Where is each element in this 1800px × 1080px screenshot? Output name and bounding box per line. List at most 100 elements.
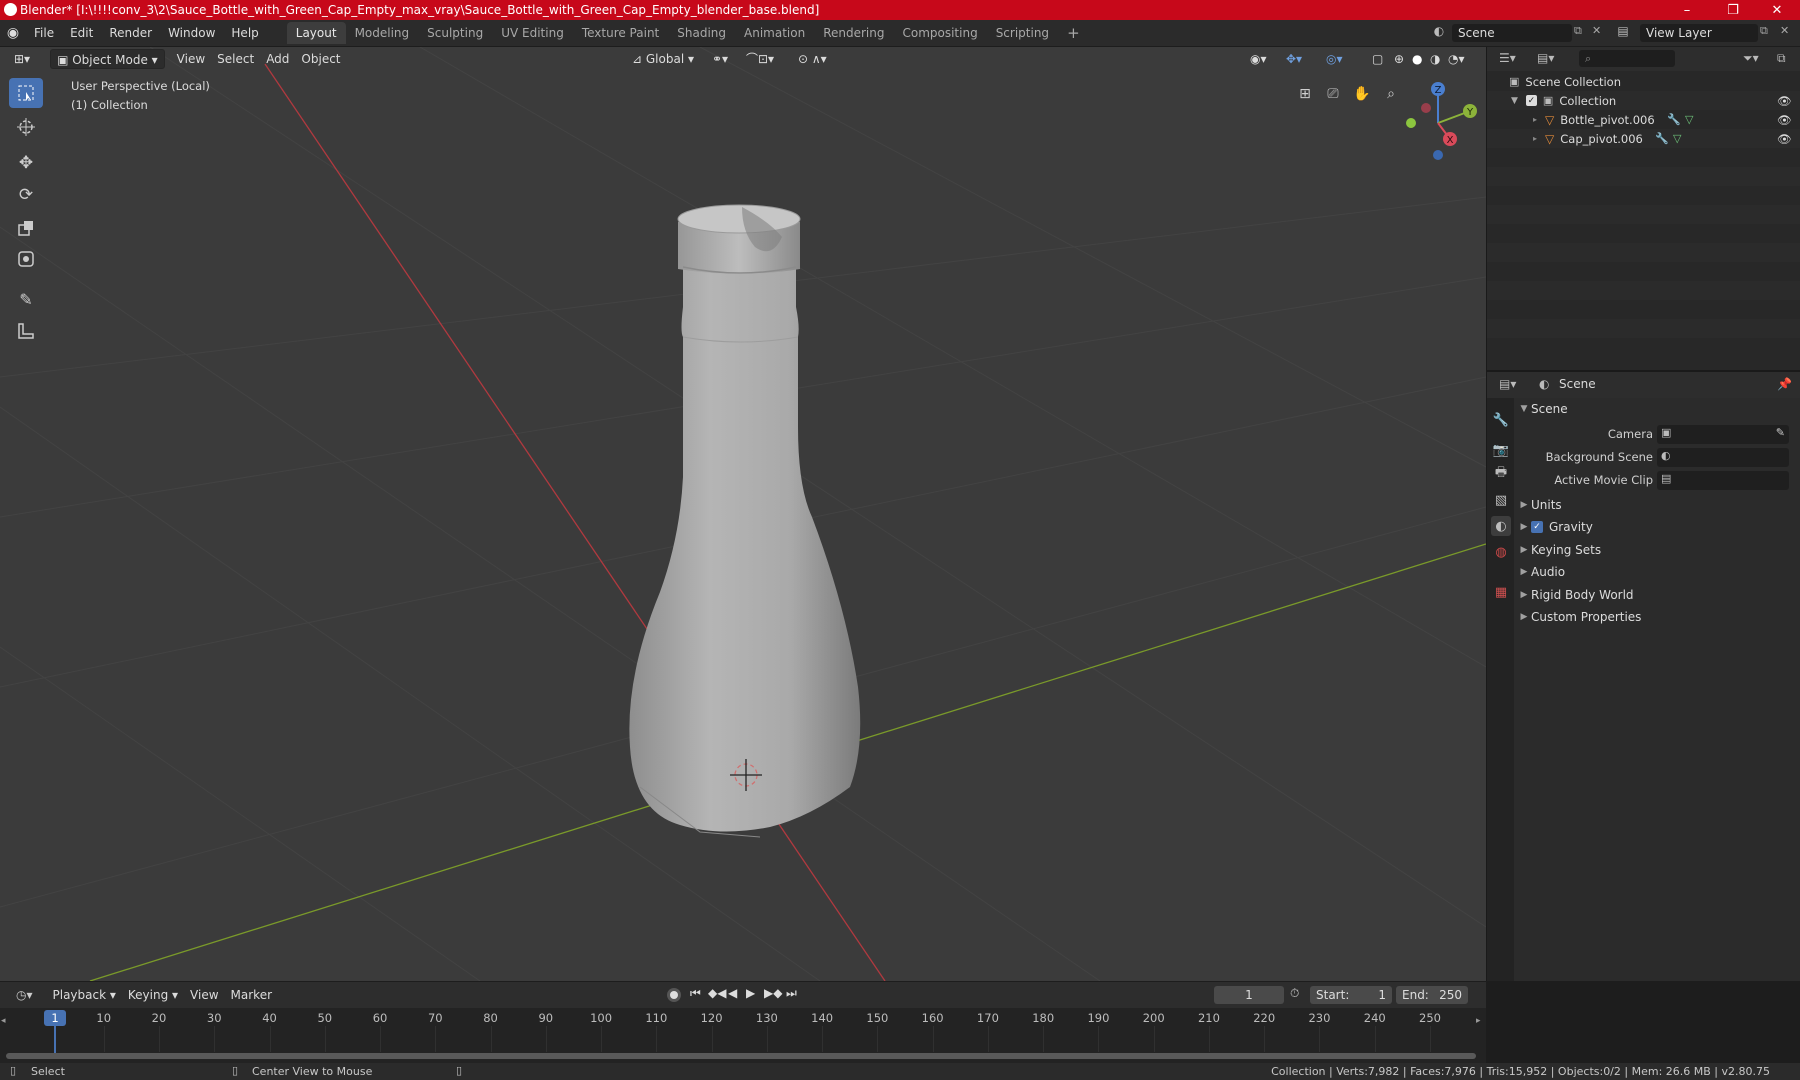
stopwatch-icon[interactable]: ⏱ [1290,986,1299,1001]
render-tab-icon[interactable]: 📷 [1491,440,1511,460]
pivot-point-icon[interactable]: ⚭▾ [706,49,734,69]
maximize-button[interactable]: ❐ [1710,0,1756,20]
tab-uv-editing[interactable]: UV Editing [492,22,573,44]
filter-icon[interactable]: ⏷▾ [1743,51,1759,66]
3d-viewport[interactable]: ⊞▾ ▣ Object Mode ▾ View Select Add Objec… [0,47,1486,981]
menu-edit[interactable]: Edit [62,22,101,44]
outliner-row-scene-collection[interactable]: ▣ Scene Collection [1487,72,1800,91]
keying-sets-panel-header[interactable]: ▶ Keying Sets [1517,540,1796,560]
gravity-checkbox[interactable]: ✓ [1531,521,1543,533]
bottle-model[interactable] [629,204,861,838]
proportional-edit-icon[interactable]: ⊙ ∧▾ [792,49,833,69]
tab-compositing[interactable]: Compositing [893,22,986,44]
scene-field[interactable]: Scene [1452,24,1572,42]
end-frame-field[interactable]: End: 250 [1396,986,1468,1004]
pin-icon[interactable]: 📌 [1777,377,1792,391]
visibility-icon[interactable]: ◉▾ [1244,49,1273,69]
active-movie-clip-field[interactable]: ▤ [1657,470,1789,490]
tab-scripting[interactable]: Scripting [987,22,1058,44]
minimize-button[interactable]: – [1664,0,1710,20]
timeline-scrollbar[interactable] [6,1053,1476,1059]
scene-browse-icon[interactable]: ◐ [1430,24,1448,42]
measure-tool[interactable] [9,316,43,346]
scale-tool[interactable] [9,213,43,243]
audio-panel-header[interactable]: ▶ Audio [1517,562,1796,582]
play-icon[interactable]: ▶ [746,986,755,1000]
outliner-row-cap[interactable]: ▸ ▽ Cap_pivot.006 🔧 ▽ 👁 [1487,129,1800,148]
outliner-editor-icon[interactable]: ☰▾ [1499,51,1516,65]
xray-toggle-icon[interactable]: ▢ [1366,49,1389,69]
view-layer-tab-icon[interactable]: ▧ [1491,490,1511,510]
outliner-row-bottle[interactable]: ▸ ▽ Bottle_pivot.006 🔧 ▽ 👁 [1487,110,1800,129]
collection-visibility-eye-icon[interactable]: 👁 [1777,94,1792,108]
menu-render[interactable]: Render [101,22,160,44]
expand-object-icon[interactable]: ▸ [1533,134,1537,143]
outliner-search-input[interactable]: ⌕ [1579,50,1675,67]
menu-view-timeline[interactable]: View [184,985,224,1005]
cursor-tool[interactable] [9,112,43,142]
new-scene-icon[interactable]: ⧉ [1574,24,1582,38]
jump-start-icon[interactable]: ⏮ [690,986,701,1001]
add-workspace-button[interactable]: + [1058,22,1089,44]
transform-tool[interactable] [9,244,43,274]
scene-tab-icon[interactable]: ◐ [1491,516,1511,536]
outliner-row-collection[interactable]: ▼ ✓ ▣ Collection 👁 [1487,91,1800,110]
tab-modeling[interactable]: Modeling [346,22,419,44]
ortho-toggle-icon[interactable]: ⊞ [1292,81,1318,107]
transform-orientation-dropdown[interactable]: ⊿ Global ▾ [626,49,700,69]
playhead-line[interactable] [54,1026,56,1054]
tab-rendering[interactable]: Rendering [814,22,893,44]
annotate-tool[interactable]: ✎ [9,284,43,314]
rigid-body-world-panel-header[interactable]: ▶ Rigid Body World [1517,585,1796,605]
properties-editor-icon[interactable]: ▤▾ [1499,377,1516,391]
prev-keyframe-icon[interactable]: ◆◀ [708,986,726,1000]
tab-layout[interactable]: Layout [286,22,346,44]
tab-shading[interactable]: Shading [668,22,735,44]
current-frame-field[interactable]: 1 [1214,986,1284,1004]
new-collection-icon[interactable]: ⧉ [1777,51,1786,66]
navigation-gizmo[interactable]: Z Y X [1400,77,1480,167]
blender-menu-icon[interactable]: ◉ [0,25,26,41]
tab-sculpting[interactable]: Sculpting [418,22,492,44]
menu-view[interactable]: View [171,49,211,69]
gizmo-toggle-icon[interactable]: ✥▾ [1280,49,1308,69]
start-frame-field[interactable]: Start: 1 [1310,986,1392,1004]
menu-object[interactable]: Object [295,49,346,69]
gizmo-neg-x-icon[interactable] [1421,103,1431,113]
play-reverse-icon[interactable]: ◀ [728,986,737,1000]
tab-texture-paint[interactable]: Texture Paint [573,22,668,44]
modifier-wrench-icon[interactable]: 🔧 [1655,132,1669,145]
select-box-tool[interactable] [9,78,43,108]
shading-rendered-icon[interactable]: ◔▾ [1442,49,1471,69]
pan-hand-icon[interactable]: ✋ [1349,81,1375,107]
expand-object-icon[interactable]: ▸ [1533,115,1537,124]
overlay-toggle-icon[interactable]: ◎▾ [1320,49,1349,69]
object-visibility-eye-icon[interactable]: 👁 [1777,132,1792,146]
tab-animation[interactable]: Animation [735,22,814,44]
menu-playback[interactable]: Playback ▾ [47,985,122,1005]
close-button[interactable]: ✕ [1754,0,1800,20]
gizmo-neg-y-icon[interactable] [1406,118,1416,128]
menu-help[interactable]: Help [223,22,266,44]
camera-field[interactable]: ▣ ✎ [1657,424,1789,444]
world-tab-icon[interactable]: ◍ [1491,542,1511,562]
menu-window[interactable]: Window [160,22,223,44]
texture-tab-icon[interactable]: ▦ [1491,582,1511,602]
camera-view-icon[interactable]: ⎚ [1320,81,1346,107]
scene-panel-header[interactable]: ▼ Scene [1517,399,1796,419]
eyedropper-icon[interactable]: ✎ [1776,426,1785,439]
menu-select[interactable]: Select [211,49,260,69]
record-button[interactable] [667,988,681,1002]
scroll-right-icon[interactable]: ▸ [1476,1016,1481,1026]
mesh-data-icon[interactable]: ▽ [1673,132,1681,145]
object-visibility-eye-icon[interactable]: 👁 [1777,113,1792,127]
menu-file[interactable]: File [26,22,62,44]
rotate-tool[interactable]: ⟳ [9,180,43,210]
snap-icon[interactable]: ⌒⊡▾ [740,49,780,69]
background-scene-field[interactable]: ◐ [1657,447,1789,467]
view-layer-icon[interactable]: ▤ [1614,24,1632,38]
menu-add[interactable]: Add [260,49,295,69]
scroll-left-icon[interactable]: ◂ [1,1016,6,1026]
remove-scene-icon[interactable]: ✕ [1592,24,1601,37]
editor-type-icon[interactable]: ⊞▾ [8,49,36,69]
